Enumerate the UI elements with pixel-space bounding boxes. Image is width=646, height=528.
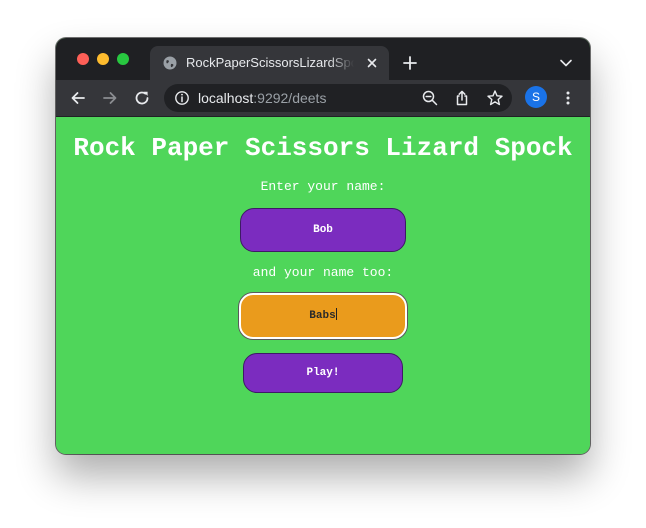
profile-avatar[interactable]: S: [525, 86, 547, 108]
more-vert-icon[interactable]: [559, 89, 577, 107]
play-button[interactable]: Play!: [243, 353, 403, 393]
close-icon[interactable]: [364, 55, 380, 71]
player1-label: Enter your name:: [260, 179, 386, 194]
plus-icon[interactable]: [401, 54, 419, 72]
share-icon[interactable]: [453, 89, 471, 107]
browser-tab[interactable]: RockPaperScissorsLizardSpock: [150, 46, 389, 80]
back-arrow-icon[interactable]: [69, 89, 87, 107]
url-path: :9292/deets: [253, 90, 327, 106]
zoom-out-icon[interactable]: [421, 89, 439, 107]
player1-name-value: Bob: [313, 224, 333, 236]
minimize-window-button[interactable]: [97, 53, 109, 65]
close-window-button[interactable]: [77, 53, 89, 65]
maximize-window-button[interactable]: [117, 53, 129, 65]
browser-toolbar: localhost:9292/deets S: [56, 80, 590, 117]
globe-icon: [162, 55, 178, 71]
address-bar[interactable]: localhost:9292/deets: [164, 84, 512, 112]
chevron-down-icon[interactable]: [559, 56, 573, 68]
player2-name-value: Babs: [309, 310, 336, 322]
page-title: Rock Paper Scissors Lizard Spock: [73, 133, 573, 163]
page-content: Rock Paper Scissors Lizard Spock Enter y…: [56, 117, 590, 454]
url-text: localhost:9292/deets: [198, 90, 326, 106]
star-icon[interactable]: [486, 89, 504, 107]
browser-window: RockPaperScissorsLizardSpock localhost:9…: [56, 38, 590, 454]
reload-icon[interactable]: [133, 89, 151, 107]
player2-name-field[interactable]: Babs: [239, 293, 407, 339]
url-host: localhost: [198, 90, 254, 106]
player2-label: and your name too:: [252, 265, 394, 280]
tab-title: RockPaperScissorsLizardSpock: [186, 55, 354, 70]
player1-name-field[interactable]: Bob: [240, 208, 406, 252]
info-icon[interactable]: [173, 89, 191, 107]
tab-bar: RockPaperScissorsLizardSpock: [56, 38, 590, 80]
forward-arrow-icon[interactable]: [101, 89, 119, 107]
text-caret: [335, 308, 337, 320]
